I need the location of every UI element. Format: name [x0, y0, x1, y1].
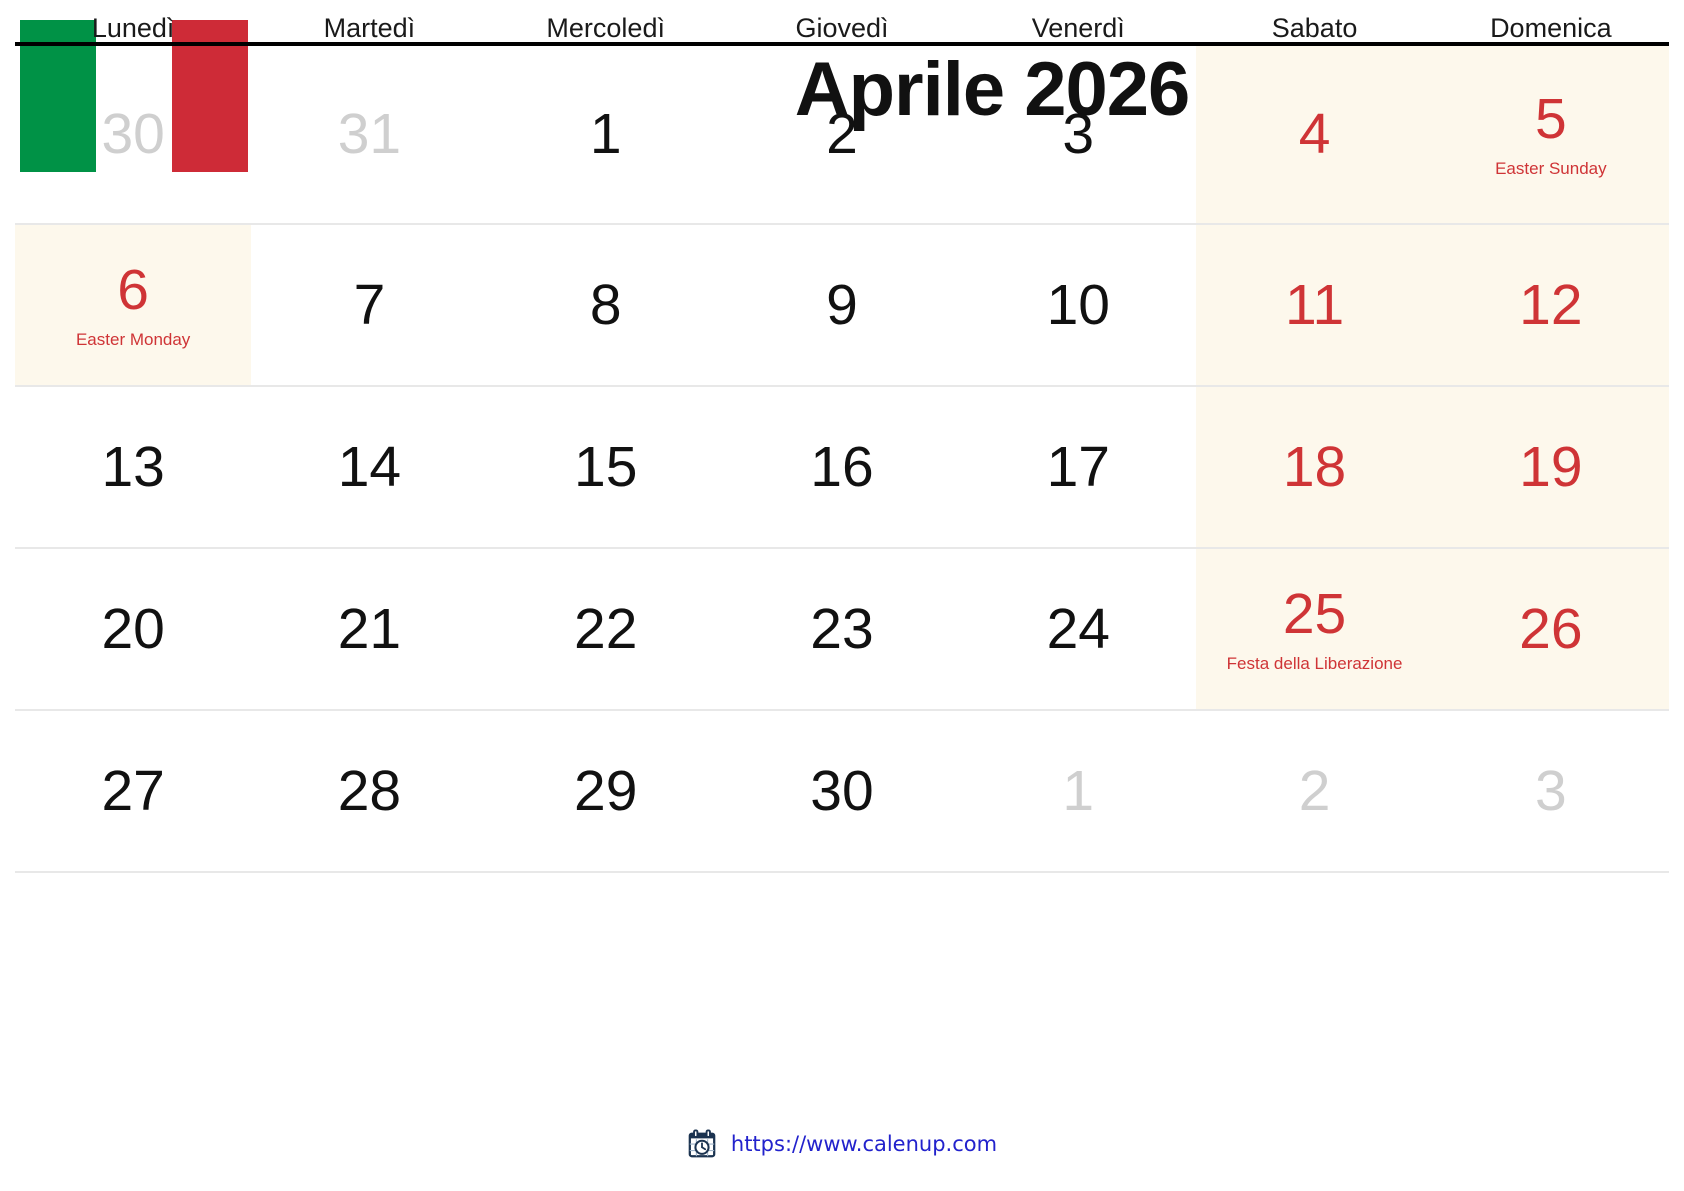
day-number: 14: [337, 434, 402, 499]
day-number: 7: [353, 272, 386, 337]
day-number: 21: [337, 596, 402, 661]
holiday-label: Easter Sunday: [1495, 159, 1607, 179]
day-cell[interactable]: 15: [488, 387, 724, 547]
day-number: 26: [1519, 596, 1583, 661]
weekday-header-0: Lunedì: [91, 12, 175, 43]
day-number: 29: [574, 758, 638, 823]
day-cell[interactable]: 19: [1432, 387, 1669, 547]
calendar-week-row: 20 21 22 23 24 25 Festa della Liberazione 26: [15, 549, 1669, 711]
day-number: 1: [1062, 758, 1095, 823]
holiday-label: Easter Monday: [75, 329, 191, 349]
weekday-header-3: Giovedì: [795, 12, 889, 43]
day-cell[interactable]: 28: [251, 711, 487, 871]
day-cell[interactable]: 31: [251, 46, 487, 223]
day-cell[interactable]: 22: [488, 549, 724, 709]
day-number: 16: [810, 434, 874, 499]
calendar-weeks: 30 31 1 2 3 4 5 Easter Sunday 6 Easter Monday 7 8 9 1…: [15, 46, 1669, 873]
day-number: 1: [589, 102, 622, 167]
day-cell[interactable]: 11: [1196, 225, 1433, 385]
day-cell[interactable]: 12: [1432, 225, 1669, 385]
day-number: 15: [574, 434, 638, 499]
calendar-week-row: 13 14 15 16 17 18 19: [15, 387, 1669, 549]
day-number: 2: [1298, 758, 1331, 823]
day-cell[interactable]: 8: [488, 225, 724, 385]
calendar-grid: Lunedì Martedì Mercoledì Giovedì Venerdì Saba…: [15, 0, 1669, 873]
day-cell[interactable]: 24: [960, 549, 1196, 709]
day-number: 5: [1535, 87, 1567, 152]
day-number: 24: [1046, 596, 1110, 661]
day-cell[interactable]: 20: [15, 549, 251, 709]
day-cell[interactable]: 2: [724, 46, 960, 223]
day-number: 30: [101, 102, 165, 167]
day-number: 8: [589, 272, 622, 337]
day-cell[interactable]: 3: [1433, 711, 1669, 871]
day-number: 23: [810, 596, 874, 661]
weekday-header-6: Domenica: [1490, 12, 1612, 43]
day-cell[interactable]: 2: [1196, 711, 1432, 871]
day-cell[interactable]: 7: [251, 225, 487, 385]
day-number: 20: [101, 596, 165, 661]
day-number: 12: [1519, 272, 1583, 337]
day-cell[interactable]: 27: [15, 711, 251, 871]
calendar-week-row: 30 31 1 2 3 4 5 Easter Sunday: [15, 46, 1669, 225]
day-number: 3: [1535, 758, 1567, 823]
day-cell[interactable]: 1: [960, 711, 1196, 871]
day-cell[interactable]: 3: [960, 46, 1196, 223]
day-cell[interactable]: 23: [724, 549, 960, 709]
day-cell[interactable]: 9: [724, 225, 960, 385]
weekday-header-2: Mercoledì: [546, 12, 665, 43]
weekday-header-row: Lunedì Martedì Mercoledì Giovedì Venerdì Saba…: [15, 0, 1669, 42]
weekday-header-4: Venerdì: [1031, 12, 1125, 43]
day-number: 17: [1046, 434, 1110, 499]
day-cell[interactable]: 26: [1432, 549, 1669, 709]
day-cell[interactable]: 25 Festa della Liberazione: [1196, 549, 1433, 709]
day-number: 27: [101, 758, 165, 823]
calendar-week-row: 6 Easter Monday 7 8 9 10 11 12: [15, 225, 1669, 387]
calendar-clock-icon: [687, 1129, 717, 1159]
day-number: 25: [1282, 581, 1347, 646]
day-number: 19: [1519, 434, 1583, 499]
day-number: 28: [337, 758, 402, 823]
day-number: 2: [826, 102, 858, 167]
day-cell[interactable]: 4: [1196, 46, 1433, 223]
day-number: 6: [117, 257, 149, 322]
day-cell[interactable]: 30: [15, 46, 251, 223]
day-number: 4: [1298, 102, 1331, 167]
day-number: 9: [826, 272, 858, 337]
day-cell[interactable]: 13: [15, 387, 251, 547]
day-cell[interactable]: 30: [724, 711, 960, 871]
day-number: 13: [101, 434, 165, 499]
day-cell[interactable]: 14: [251, 387, 487, 547]
day-cell[interactable]: 21: [251, 549, 487, 709]
day-cell[interactable]: 10: [960, 225, 1196, 385]
weekday-header-1: Martedì: [323, 12, 416, 43]
day-number: 30: [810, 758, 874, 823]
day-cell[interactable]: 18: [1196, 387, 1433, 547]
day-cell[interactable]: 17: [960, 387, 1196, 547]
footer: https://www.calenup.com: [0, 1129, 1684, 1159]
day-cell[interactable]: 29: [488, 711, 724, 871]
day-cell[interactable]: 5 Easter Sunday: [1432, 46, 1669, 223]
day-cell[interactable]: 1: [488, 46, 724, 223]
day-number: 22: [574, 596, 638, 661]
day-cell[interactable]: 6 Easter Monday: [15, 225, 252, 385]
holiday-label: Festa della Liberazione: [1226, 653, 1403, 673]
weekday-header-5: Sabato: [1271, 12, 1358, 43]
day-number: 11: [1284, 272, 1345, 337]
day-cell[interactable]: 16: [724, 387, 960, 547]
site-url-link[interactable]: https://www.calenup.com: [731, 1132, 997, 1156]
day-number: 18: [1282, 434, 1347, 499]
day-number: 31: [337, 102, 402, 167]
day-number: 3: [1062, 102, 1095, 167]
calendar-week-row: 27 28 29 30 1 2 3: [15, 711, 1669, 873]
day-number: 10: [1046, 272, 1110, 337]
